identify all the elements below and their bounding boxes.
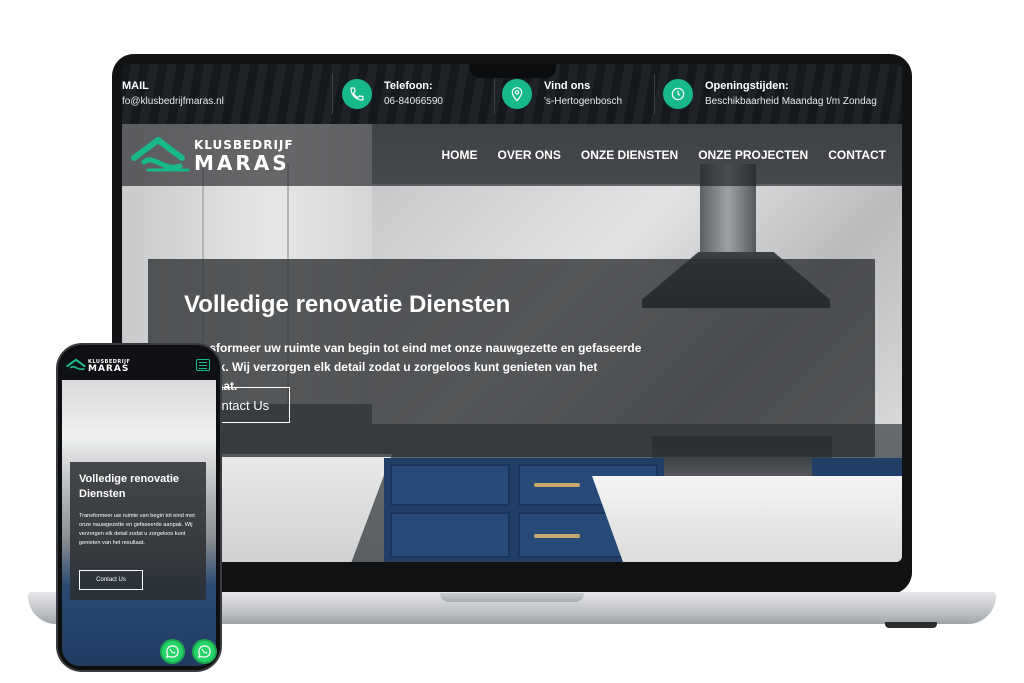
cabinet-drawer [390,464,510,506]
phone-info: Telefoon: 06-84066590 [384,80,443,108]
mobile-hero-card: Volledige renovatie Diensten Transformee… [70,462,206,600]
mobile-hero-section: Volledige renovatie Diensten Transformee… [62,380,216,666]
location-title: Vind ons [544,80,591,92]
location-value: 's-Hertogenbosch [544,96,623,107]
hero-title: Volledige renovatie Diensten [184,291,511,318]
phone-value[interactable]: 06-84066590 [384,95,443,108]
house-logo-icon [131,137,190,172]
location-pin-icon [502,79,532,109]
logo-title: MARAS [194,151,290,175]
kitchen-island [592,476,902,562]
cabinet-handle [534,483,580,487]
clock-icon [663,79,693,109]
nav-item-home[interactable]: HOME [442,148,478,162]
hamburger-menu-icon[interactable] [196,359,210,371]
whatsapp-icon[interactable] [160,639,185,664]
nav-item-onze-diensten[interactable]: ONZE DIENSTEN [581,148,678,162]
topbar-divider [332,74,333,114]
hours-title: Openingstijden: [705,80,789,92]
hours-value: Beschikbaarheid Maandag t/m Zondag [705,96,877,107]
phone-title: Telefoon: [384,80,433,92]
nav-item-contact[interactable]: CONTACT [828,148,886,162]
site-logo[interactable]: KLUSBEDRIJF MARAS [130,132,293,178]
laptop-groove [440,593,584,602]
nav-item-onze-projecten[interactable]: ONZE PROJECTEN [698,148,808,162]
nav-item-over-ons[interactable]: OVER ONS [498,148,561,162]
mobile-header: KLUSBEDRIJF MARAS [62,350,216,380]
topbar-divider [494,74,495,114]
topbar-divider [654,74,655,114]
laptop-notch [470,64,556,78]
device-mockup: MAIL fo@klusbedrijfmaras.nl Telefoon: 06… [0,0,1024,683]
cabinet-handle [534,534,580,538]
phone-icon [342,79,372,109]
hero-overlay-card: Volledige renovatie Diensten Transformee… [148,259,875,457]
mail-value[interactable]: fo@klusbedrijfmaras.nl [122,95,224,108]
laptop-foot [885,622,937,628]
laptop-chin [112,562,912,594]
cabinet-drawer [390,512,510,558]
mobile-contact-us-button[interactable]: Contact Us [79,570,143,590]
main-nav: HOME OVER ONS ONZE DIENSTEN ONZE PROJECT… [442,148,887,162]
hours-info: Openingstijden: Beschikbaarheid Maandag … [705,80,877,108]
phone-screen: KLUSBEDRIJF MARAS Volledige renovatie Di… [62,350,216,666]
site-header: KLUSBEDRIJF MARAS HOME OVER ONS ONZE DIE… [122,124,902,186]
logo-subtitle: KLUSBEDRIJF [194,138,294,152]
mail-title: MAIL [122,80,149,92]
mail-info: MAIL fo@klusbedrijfmaras.nl [122,80,224,108]
whatsapp-icon[interactable] [192,639,217,664]
location-info: Vind ons 's-Hertogenbosch [544,80,622,108]
mobile-hero-title: Volledige renovatie Diensten [79,473,180,500]
mobile-house-logo-icon [66,358,86,371]
mobile-hero-description: Transformeer uw ruimte van begin tot ein… [79,513,195,546]
laptop-screen: MAIL fo@klusbedrijfmaras.nl Telefoon: 06… [122,64,902,562]
mobile-logo-title: MARAS [88,364,130,374]
